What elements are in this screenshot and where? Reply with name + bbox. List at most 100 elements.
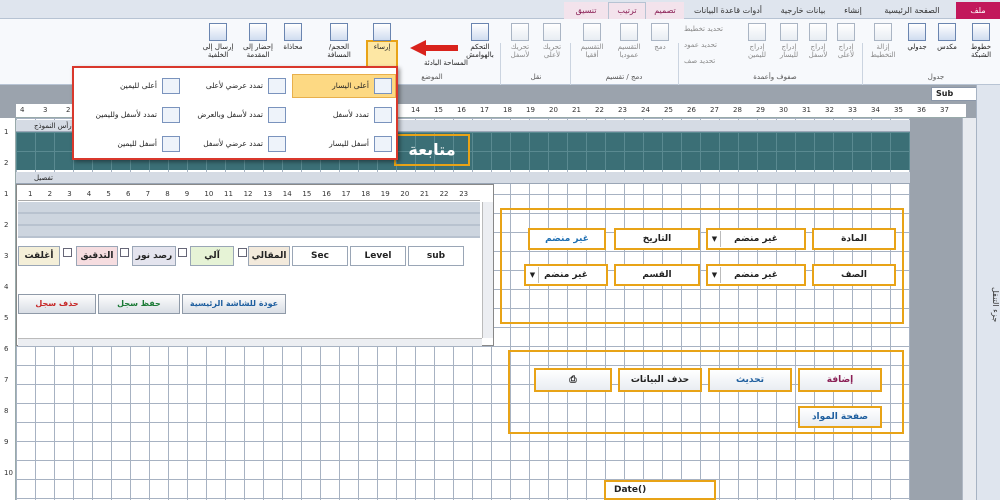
subject-label[interactable]: المادة xyxy=(812,228,896,250)
tabular-button[interactable]: جدولي xyxy=(902,23,932,51)
ruler-tick-label: 25 xyxy=(664,106,673,114)
size-space-button[interactable]: الحجم/المسافة xyxy=(318,23,360,59)
anchor-bottom-right[interactable]: أسفل لليمين xyxy=(80,132,184,156)
select-row-button[interactable]: تحديد صف xyxy=(684,57,715,65)
tab-format[interactable]: تنسيق xyxy=(564,2,608,19)
subform-ruler-tick-label: 5 xyxy=(106,190,111,198)
control-padding-button[interactable]: المساحة البادئة xyxy=(424,59,468,67)
ruler-tick-label: 23 xyxy=(618,106,627,114)
ruler-tick-label: 2 xyxy=(4,221,9,229)
document-tab-sub[interactable]: Sub xyxy=(931,87,981,101)
main-vertical-scrollbar[interactable] xyxy=(962,118,976,500)
date-expression-field[interactable]: Date() xyxy=(604,480,716,500)
subform-label-sec[interactable]: Sec xyxy=(292,246,348,266)
ruler-tick-label: 34 xyxy=(871,106,880,114)
insert-above-button[interactable]: إدراج لأعلى xyxy=(832,23,860,59)
ruler-tick-label: 17 xyxy=(480,106,489,114)
tab-create[interactable]: إنشاء xyxy=(834,2,872,19)
delete-record-button[interactable]: حذف سجل xyxy=(18,294,96,314)
ruler-tick-label: 30 xyxy=(779,106,788,114)
anchor-bottom-right-icon xyxy=(162,136,180,152)
anchor-stretch-across-top[interactable]: تمدد عرضي لأعلى xyxy=(186,74,290,98)
add-button[interactable]: إضافة xyxy=(798,368,882,392)
tabular-icon xyxy=(908,23,926,41)
vertical-ruler: 1 2 1 2 3 4 5 6 7 8 9 10 xyxy=(0,118,16,500)
section-combo[interactable]: ▼ غير منضم xyxy=(524,264,608,286)
size-space-icon xyxy=(330,23,348,41)
subject-combo[interactable]: ▼ غير منضم xyxy=(706,228,806,250)
remove-layout-button[interactable]: إزالة التخطيط xyxy=(866,23,900,59)
bring-to-front-button[interactable]: إحضار إلى المقدمة xyxy=(240,23,276,59)
subform-ruler-tick-label: 15 xyxy=(302,190,312,198)
merge-button[interactable]: دمج xyxy=(646,23,674,51)
anchor-stretch-down-right[interactable]: تمدد لأسفل ولليمين xyxy=(80,103,184,127)
subform-horizontal-scrollbar[interactable] xyxy=(18,338,482,346)
date-field[interactable]: غير منضم xyxy=(528,228,606,250)
stacked-button[interactable]: مكدس xyxy=(932,23,962,51)
tab-arrange[interactable]: ترتيب xyxy=(608,2,646,20)
anchor-stretch-down-across[interactable]: تمدد لأسفل وبالعرض xyxy=(186,103,290,127)
chevron-down-icon: ▼ xyxy=(709,231,721,247)
subform-label-ughliqat[interactable]: أغلقت xyxy=(18,246,60,266)
control-margins-button[interactable]: التحكم بالهوامش xyxy=(462,23,498,59)
move-up-button[interactable]: تحريك لأعلى xyxy=(536,23,568,59)
anchor-top-right[interactable]: أعلى لليمين xyxy=(80,74,184,98)
align-button[interactable]: محاذاة xyxy=(278,23,308,51)
checkbox-tadqiq[interactable] xyxy=(63,248,72,257)
ruler-tick-label: 35 xyxy=(894,106,903,114)
insert-right-icon xyxy=(748,23,766,41)
subform-ruler-tick-label: 20 xyxy=(400,190,410,198)
anchor-top-left[interactable]: أعلى اليسار xyxy=(292,74,396,98)
anchor-bottom-left[interactable]: أسفل لليسار xyxy=(292,132,396,156)
move-down-button[interactable]: تحريك لأسفل xyxy=(504,23,536,59)
tab-external-data[interactable]: بيانات خارجية xyxy=(772,2,834,19)
split-horizontal-button[interactable]: التقسيم أفقيا xyxy=(574,23,610,59)
insert-below-button[interactable]: إدراج لأسفل xyxy=(804,23,832,59)
insert-right-button[interactable]: إدراج لليمين xyxy=(742,23,772,59)
subform-label-sub[interactable]: sub xyxy=(408,246,464,266)
tab-home[interactable]: الصفحة الرئيسية xyxy=(872,2,952,19)
merge-icon xyxy=(651,23,669,41)
class-combo[interactable]: ▼ غير منضم xyxy=(706,264,806,286)
subform-ruler-tick-label: 23 xyxy=(459,190,469,198)
date-label[interactable]: التاريخ xyxy=(614,228,700,250)
anchor-stretch-down[interactable]: تمدد لأسفل xyxy=(292,103,396,127)
subform-label-rasd[interactable]: رصد نور xyxy=(132,246,176,266)
subform-ruler-tick-label: 22 xyxy=(439,190,449,198)
subform-ruler-tick-label: 11 xyxy=(224,190,233,198)
save-record-button[interactable]: حفظ سجل xyxy=(98,294,180,314)
insert-left-button[interactable]: إدراج لليسار xyxy=(774,23,804,59)
ruler-tick-label: 29 xyxy=(756,106,765,114)
print-button[interactable]: ⎙ xyxy=(534,368,612,392)
subform-vertical-scrollbar[interactable] xyxy=(482,202,493,338)
back-home-button[interactable]: عودة للشاشة الرئيسية xyxy=(182,294,286,314)
form-title-label[interactable]: متابعة xyxy=(394,134,470,166)
ruler-tick-label: 2 xyxy=(4,159,9,167)
subform-label-ali[interactable]: آلي xyxy=(190,246,234,266)
tab-design[interactable]: تصميم xyxy=(646,2,684,19)
split-vertical-button[interactable]: التقسيم عموديا xyxy=(612,23,646,59)
delete-data-button[interactable]: حذف البيانات xyxy=(618,368,702,392)
ruler-tick-label: 37 xyxy=(940,106,949,114)
class-label[interactable]: الصف xyxy=(812,264,896,286)
subform-label-tadqiq[interactable]: التدقيق xyxy=(76,246,118,266)
checkbox-maqali[interactable] xyxy=(238,248,247,257)
gridlines-button[interactable]: خطوط الشبكة xyxy=(964,23,998,59)
select-column-button[interactable]: تحديد عمود xyxy=(684,41,717,49)
detail-section-bar[interactable]: تفصيل xyxy=(16,172,910,184)
refresh-button[interactable]: تحديث xyxy=(708,368,792,392)
ruler-tick-label: 24 xyxy=(641,106,650,114)
send-to-back-button[interactable]: إرسال إلى الخلفية xyxy=(198,23,238,59)
subform-ruler-tick-label: 1 xyxy=(28,190,33,198)
anchor-stretch-across-bottom[interactable]: تمدد عرضي لأسفل xyxy=(186,132,290,156)
subform-label-level[interactable]: Level xyxy=(350,246,406,266)
checkbox-ali[interactable] xyxy=(178,248,187,257)
checkbox-rasd[interactable] xyxy=(120,248,129,257)
tab-file[interactable]: ملف xyxy=(956,2,1000,19)
select-layout-button[interactable]: تحديد تخطيط xyxy=(684,25,723,33)
subform-label-maqali[interactable]: المقالي xyxy=(248,246,290,266)
subjects-page-button[interactable]: صفحة المواد xyxy=(798,406,882,428)
section-label[interactable]: القسم xyxy=(614,264,700,286)
ruler-tick-label: 20 xyxy=(549,106,558,114)
tab-database-tools[interactable]: أدوات قاعدة البيانات xyxy=(684,2,772,19)
